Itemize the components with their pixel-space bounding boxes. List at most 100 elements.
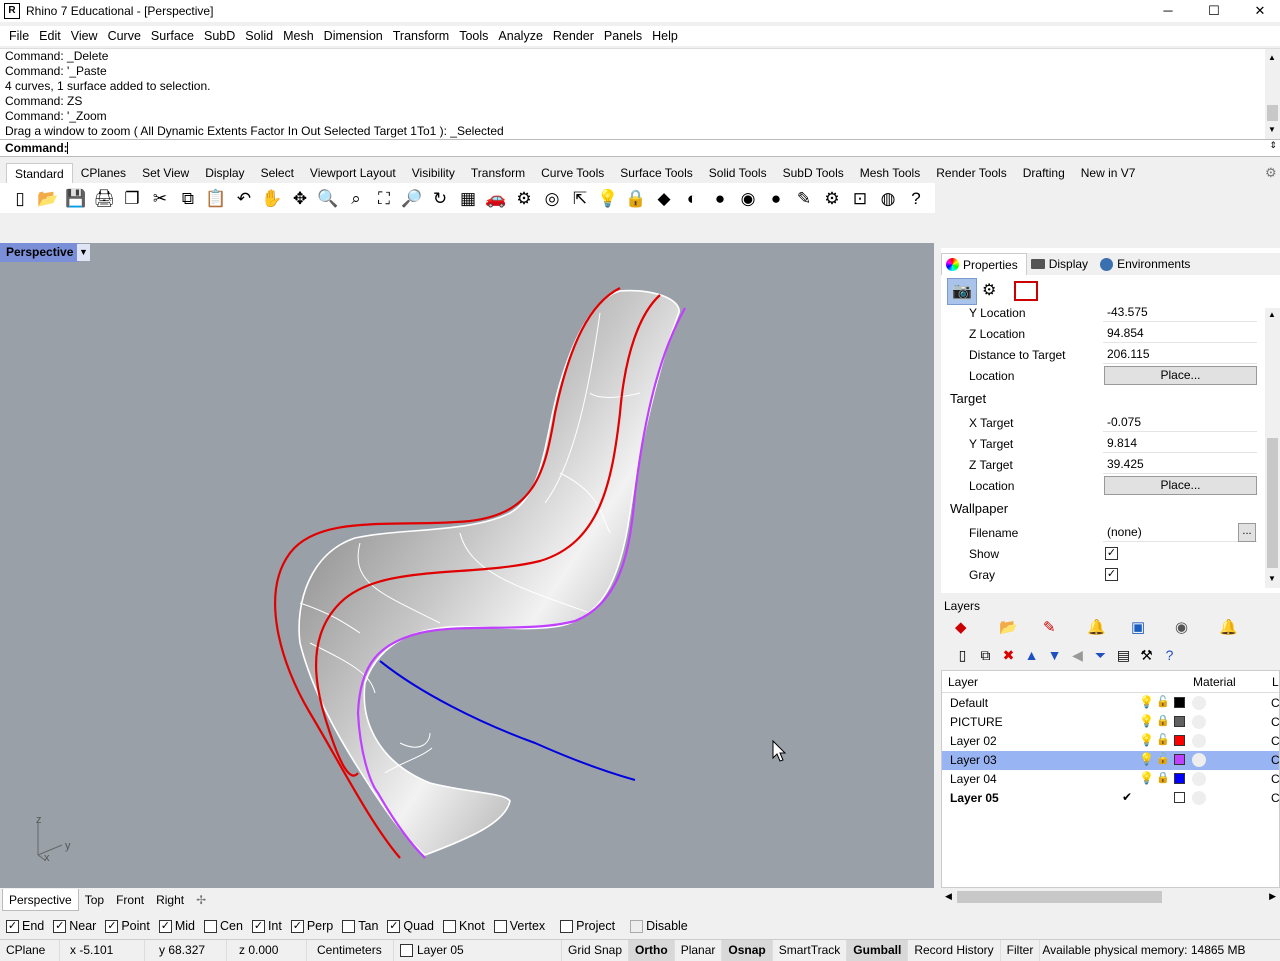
- layer-row[interactable]: Layer 03 💡 🔓 C: [942, 751, 1280, 770]
- help-icon[interactable]: ?: [1158, 647, 1181, 663]
- visibility-bulb-icon[interactable]: 💡: [1139, 695, 1154, 709]
- viewport-menu-chevron-icon[interactable]: ▼: [77, 244, 90, 261]
- draft-angle-icon[interactable]: ✎: [790, 185, 818, 211]
- add-viewport-tab-icon[interactable]: ✢: [190, 889, 212, 911]
- shaded-icon[interactable]: ◐: [678, 185, 706, 211]
- osnap-project-checkbox[interactable]: [560, 919, 574, 933]
- tab-mesh-tools[interactable]: Mesh Tools: [852, 163, 928, 183]
- print-icon[interactable]: 🖨: [90, 185, 118, 211]
- viewport-tab-top[interactable]: Top: [79, 889, 110, 911]
- menu-item-render[interactable]: Render: [548, 26, 599, 46]
- tab-display[interactable]: Display: [1027, 253, 1096, 275]
- properties-scrollbar[interactable]: ▲ ▼: [1265, 308, 1280, 588]
- frame-icon[interactable]: [1014, 281, 1038, 301]
- dimension-icon[interactable]: ⊡: [846, 185, 874, 211]
- osnap-tan[interactable]: Tan: [342, 919, 378, 933]
- tab-viewport-layout[interactable]: Viewport Layout: [302, 163, 404, 183]
- lock-icon[interactable]: 🔒: [622, 185, 650, 211]
- gray-checkbox[interactable]: ✓: [1105, 568, 1118, 581]
- layer-row[interactable]: Layer 05 ✔ C: [942, 789, 1280, 808]
- osnap-perp-checkbox[interactable]: ✓: [290, 919, 304, 933]
- new-layer-icon[interactable]: ▯: [951, 647, 974, 664]
- tab-visibility[interactable]: Visibility: [404, 163, 463, 183]
- tab-render-tools[interactable]: Render Tools: [928, 163, 1015, 183]
- layer-row[interactable]: Layer 02 💡 🔓 C: [942, 732, 1280, 751]
- command-line[interactable]: Command: ⇕: [0, 139, 1280, 157]
- material-icon[interactable]: [1192, 753, 1206, 767]
- filename-field[interactable]: (none): [1103, 522, 1257, 542]
- osnap-mid[interactable]: ✓ Mid: [158, 919, 195, 933]
- open-file-icon[interactable]: 📂: [34, 185, 62, 211]
- minimize-button[interactable]: ─: [1145, 0, 1191, 22]
- camera-location-button[interactable]: Place...: [1104, 366, 1257, 385]
- snapshot-icon[interactable]: ⇱: [566, 185, 594, 211]
- material-icon[interactable]: [1192, 715, 1206, 729]
- render-ball-icon[interactable]: ◉: [734, 185, 762, 211]
- tab-properties[interactable]: Properties: [941, 253, 1027, 275]
- layer-row[interactable]: PICTURE 💡 🔒 C: [942, 713, 1280, 732]
- import-icon[interactable]: ❐: [118, 185, 146, 211]
- layers-hscrollbar[interactable]: ◀ ▶: [941, 889, 1280, 905]
- maximize-button[interactable]: ☐: [1191, 0, 1237, 22]
- unlocked-icon[interactable]: 🔓: [1156, 752, 1170, 765]
- toolbar-settings-icon[interactable]: ⚙: [1265, 165, 1277, 181]
- bell-icon[interactable]: 🔔: [1087, 618, 1131, 636]
- close-button[interactable]: ✕: [1237, 0, 1280, 22]
- pan-icon[interactable]: ✋: [258, 185, 286, 211]
- visibility-bulb-icon[interactable]: 💡: [1139, 771, 1154, 785]
- browse-button[interactable]: ...: [1238, 523, 1256, 542]
- osnap-quad-checkbox[interactable]: ✓: [387, 919, 401, 933]
- planar-toggle[interactable]: Planar: [675, 939, 723, 961]
- material-icon[interactable]: [1192, 791, 1206, 805]
- layer-row[interactable]: Default 💡 🔓 C: [942, 694, 1280, 713]
- viewport-title-tab[interactable]: Perspective: [0, 243, 80, 262]
- four-viewports-icon[interactable]: ▦: [454, 185, 482, 211]
- osnap-mid-checkbox[interactable]: ✓: [158, 919, 172, 933]
- record-history-toggle[interactable]: Record History: [908, 939, 1001, 961]
- osnap-point-checkbox[interactable]: ✓: [105, 919, 119, 933]
- save-icon[interactable]: 💾: [62, 185, 90, 211]
- tab-display[interactable]: Display: [197, 163, 252, 183]
- osnap-cen-checkbox[interactable]: [204, 919, 217, 933]
- osnap-knot[interactable]: Knot: [443, 919, 485, 933]
- col-material[interactable]: Material: [1193, 675, 1236, 689]
- cut-icon[interactable]: ✂: [146, 185, 174, 211]
- locked-icon[interactable]: 🔒: [1156, 771, 1170, 784]
- y-location-field[interactable]: -43.575: [1103, 302, 1257, 322]
- target-location-button[interactable]: Place...: [1104, 476, 1257, 495]
- menu-item-help[interactable]: Help: [647, 26, 683, 46]
- cplane-label[interactable]: CPlane: [0, 939, 60, 961]
- menu-item-tools[interactable]: Tools: [454, 26, 493, 46]
- smarttrack-toggle[interactable]: SmartTrack: [773, 939, 848, 961]
- circle-icon[interactable]: ◎: [538, 185, 566, 211]
- osnap-project[interactable]: Project: [560, 919, 615, 933]
- unlocked-icon[interactable]: 🔓: [1156, 695, 1170, 708]
- options-icon[interactable]: ⚙: [818, 185, 846, 211]
- osnap-near-checkbox[interactable]: ✓: [53, 919, 67, 933]
- light-bulb-icon[interactable]: 💡: [594, 185, 622, 211]
- layer-color-swatch[interactable]: [1174, 773, 1185, 784]
- viewport-tab-front[interactable]: Front: [110, 889, 150, 911]
- new-sublayer-icon[interactable]: ⧉: [974, 647, 997, 664]
- move-down-icon[interactable]: ▼: [1043, 647, 1066, 663]
- menu-item-panels[interactable]: Panels: [599, 26, 647, 46]
- light-icon[interactable]: ⚙: [982, 280, 996, 300]
- visibility-bulb-icon[interactable]: 💡: [1139, 752, 1154, 766]
- undo-icon[interactable]: ↶: [230, 185, 258, 211]
- z-target-field[interactable]: 39.425: [1103, 454, 1257, 474]
- menu-item-subd[interactable]: SubD: [199, 26, 240, 46]
- z-location-field[interactable]: 94.854: [1103, 323, 1257, 343]
- tab-surface-tools[interactable]: Surface Tools: [612, 163, 701, 183]
- locked-icon[interactable]: 🔒: [1156, 714, 1170, 727]
- pen-icon[interactable]: ✎: [1043, 618, 1087, 636]
- layer-color-swatch[interactable]: [1174, 754, 1185, 765]
- osnap-tan-checkbox[interactable]: [342, 919, 356, 933]
- current-layer[interactable]: Layer 05: [394, 939, 562, 961]
- delete-layer-icon[interactable]: ✖: [997, 647, 1020, 664]
- layer-icon[interactable]: ◆: [650, 185, 678, 211]
- tab-curve-tools[interactable]: Curve Tools: [533, 163, 612, 183]
- tab-new-in-v7[interactable]: New in V7: [1073, 163, 1144, 183]
- menu-item-surface[interactable]: Surface: [146, 26, 199, 46]
- tab-transform[interactable]: Transform: [463, 163, 533, 183]
- x-target-field[interactable]: -0.075: [1103, 412, 1257, 432]
